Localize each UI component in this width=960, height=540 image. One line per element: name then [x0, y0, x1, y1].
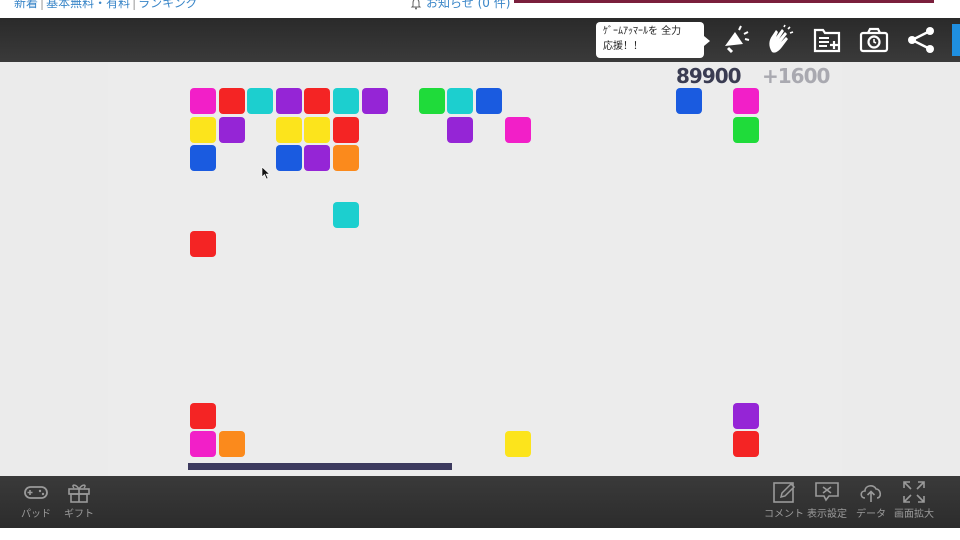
- top-nav-links: 新着 | 基本無料・有料 | ランキング: [14, 0, 198, 11]
- top-nav: 新着 | 基本無料・有料 | ランキング お知らせ (0 件): [0, 0, 960, 18]
- block-red: [304, 88, 331, 114]
- pencil-icon: [773, 482, 796, 503]
- data-label: データ: [856, 509, 886, 520]
- block-yellow: [504, 431, 531, 458]
- bottom-toolbar: パッド ギフト コメント 表示設定 データ 画面拡大: [0, 476, 960, 528]
- page-footer: [0, 528, 960, 540]
- nav-link-ranking[interactable]: ランキング: [138, 0, 198, 10]
- comment-button[interactable]: コメント: [760, 480, 808, 526]
- block-yellow: [275, 116, 302, 143]
- block-yellow: [304, 116, 331, 143]
- block-magenta: [190, 431, 216, 458]
- block-red: [190, 402, 216, 429]
- time-remaining-bar: [188, 463, 452, 470]
- expand-icon: [903, 481, 925, 503]
- block-purple: [447, 116, 474, 143]
- screenshot-icon[interactable]: [858, 24, 890, 56]
- add-list-icon[interactable]: [811, 24, 843, 56]
- block-purple: [361, 88, 388, 114]
- comment-label: コメント: [764, 509, 804, 520]
- mouse-cursor-icon: [261, 166, 271, 180]
- display-settings-label: 表示設定: [807, 509, 847, 520]
- display-settings-icon: [815, 482, 839, 502]
- block-purple: [304, 145, 331, 172]
- gift-label: ギフト: [64, 509, 94, 520]
- bonus-points: +1600: [762, 64, 830, 88]
- block-red: [333, 116, 359, 143]
- gift-button[interactable]: ギフト: [55, 480, 103, 526]
- block-magenta: [190, 88, 216, 114]
- block-cyan: [333, 88, 359, 114]
- block-red: [218, 88, 245, 114]
- share-icon[interactable]: [905, 24, 937, 56]
- block-orange: [218, 431, 245, 458]
- gift-icon: [68, 484, 90, 503]
- notice-link[interactable]: お知らせ (0 件): [410, 0, 510, 11]
- block-magenta: [504, 116, 531, 143]
- clap-icon[interactable]: [764, 24, 796, 56]
- block-green: [418, 88, 445, 114]
- fullscreen-button[interactable]: 画面拡大: [890, 480, 938, 526]
- block-yellow: [190, 116, 216, 143]
- block-cyan: [333, 202, 359, 229]
- cloud-upload-icon: [860, 485, 882, 502]
- block-purple: [275, 88, 302, 114]
- nav-link-free-paid[interactable]: 基本無料・有料: [46, 0, 130, 10]
- block-green: [733, 116, 760, 143]
- block-cyan: [447, 88, 474, 114]
- block-blue: [190, 145, 216, 172]
- nav-link-new[interactable]: 新着: [14, 0, 38, 10]
- gamepad-icon: [24, 486, 48, 499]
- nav-separator: |: [132, 0, 137, 10]
- cheer-speech-bubble: ｹﾞｰﾑｱｯﾏｰﾙを 全力 応援！！: [596, 22, 710, 58]
- score-display: 89900: [676, 64, 742, 88]
- block-magenta: [733, 88, 760, 114]
- pad-button[interactable]: パッド: [12, 480, 60, 526]
- nav-separator: |: [40, 0, 45, 10]
- block-purple: [733, 402, 760, 429]
- game-area: 89900 +1600: [0, 62, 960, 476]
- pad-label: パッド: [21, 509, 51, 520]
- notice-label: お知らせ (0 件): [426, 0, 511, 10]
- block-blue: [476, 88, 502, 114]
- display-settings-button[interactable]: 表示設定: [803, 480, 851, 526]
- block-purple: [218, 116, 245, 143]
- bell-icon: [410, 0, 422, 9]
- game-toolbar: ｹﾞｰﾑｱｯﾏｰﾙを 全力 応援！！: [0, 18, 960, 62]
- block-blue: [676, 88, 703, 114]
- block-blue: [275, 145, 302, 172]
- side-tab[interactable]: [952, 24, 960, 56]
- cheer-bubble-line2: 応援！！: [603, 41, 643, 52]
- game-canvas[interactable]: 89900 +1600: [108, 62, 842, 476]
- block-red: [190, 231, 216, 257]
- block-orange: [333, 145, 359, 172]
- block-cyan: [247, 88, 274, 114]
- data-button[interactable]: データ: [847, 480, 895, 526]
- fullscreen-label: 画面拡大: [894, 509, 934, 520]
- ad-banner[interactable]: [514, 0, 934, 3]
- cheer-bubble-line1: ｹﾞｰﾑｱｯﾏｰﾙを 全力: [603, 26, 682, 37]
- cheer-icon[interactable]: [719, 24, 751, 56]
- block-red: [733, 431, 760, 458]
